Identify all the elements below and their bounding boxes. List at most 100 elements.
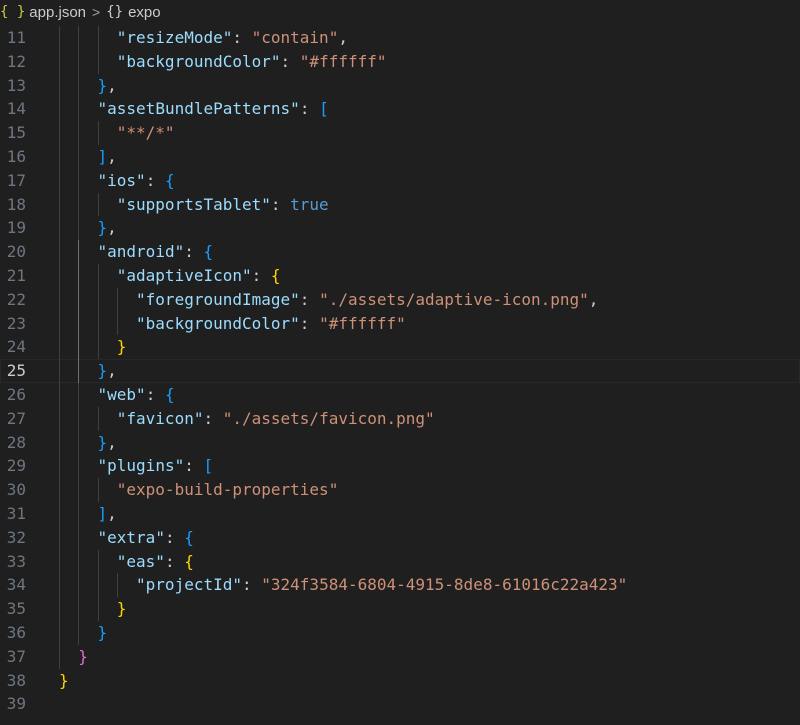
code-line[interactable]: 31], [0,502,800,526]
code-token: { [184,551,194,571]
code-line[interactable]: 34 "projectId": "324f3584-6804-4915-8de8-… [0,573,800,598]
code-line[interactable]: 35} [0,597,800,621]
code-text: } [78,645,88,669]
line-number: 14 [6,99,26,119]
line-number: 36 [6,623,26,642]
indent-guide [59,549,60,574]
code-line[interactable]: 18 "supportsTablet": true [0,192,800,217]
code-token: : [299,289,320,309]
code-token: , [107,147,117,166]
indent-guide [78,573,80,598]
code-token: : [145,170,165,190]
code-token: , [107,218,117,238]
code-text: "android": { [98,240,214,264]
code-token: } [116,599,127,619]
code-line[interactable]: 19}, [0,216,800,241]
code-text: "backgroundColor": "#ffffff" [117,50,387,74]
indent-guide [78,26,80,50]
code-line[interactable]: 39 [0,692,800,716]
indent-guide [59,359,60,383]
breadcrumb: { } app.json > {} expo [0,0,800,24]
code-text: "expo-build-properties" [117,478,339,502]
code-token: { [164,385,175,404]
indent-guide [78,168,80,193]
breadcrumb-file[interactable]: app.json [29,4,86,21]
code-token: , [107,75,117,95]
code-token: ] [97,147,108,166]
indent-guide [59,502,60,526]
code-text: "ios": { [98,169,175,193]
code-line[interactable]: 29 "plugins": [ [0,454,800,479]
code-line[interactable]: 11 "resizeMode": "contain", [0,26,800,50]
code-token: [ [203,456,214,476]
code-token: ] [97,504,108,523]
code-text: "assetBundlePatterns": [ [98,97,329,121]
line-number: 28 [6,432,26,452]
code-line[interactable]: 16], [0,145,800,169]
code-token: "ios" [97,170,146,190]
code-token: "android" [97,242,185,262]
indent-guide [78,49,80,74]
code-line[interactable]: 37} [0,644,800,669]
indent-guide [97,597,99,621]
indent-guide [78,430,80,455]
code-token: "supportsTablet" [116,194,271,214]
code-line[interactable]: 23 "backgroundColor": "#ffffff" [0,311,800,336]
code-token: { [203,242,214,262]
code-text: "resizeMode": "contain", [117,26,348,50]
line-number: 31 [6,504,26,523]
indent-guide [59,406,60,431]
code-text: }, [98,216,117,240]
indent-guide [116,311,118,336]
code-line[interactable]: 12 "backgroundColor": "#ffffff" [0,49,800,74]
code-line[interactable]: 33 "eas": { [0,549,800,574]
code-token: : [164,551,185,571]
indent-guide [78,192,80,217]
line-number: 29 [6,456,26,476]
code-text: "extra": { [98,526,194,550]
line-number: 24 [6,337,26,357]
code-line[interactable]: 17 "ios": { [0,168,800,193]
code-editor[interactable]: 11 "resizeMode": "contain", 12 "backgroundC… [0,24,800,725]
code-line[interactable]: 38} [0,669,800,693]
code-line[interactable]: 30 "expo-build-properties" [0,478,800,502]
code-line[interactable]: 20 "android": { [0,240,800,264]
code-line[interactable]: 13}, [0,73,800,98]
code-text: "plugins": [ [98,454,214,478]
code-line[interactable]: 26 "web": { [0,383,800,407]
code-line[interactable]: 22 "foregroundImage": "./assets/adaptive-… [0,287,800,312]
code-line[interactable]: 28}, [0,430,800,455]
code-token: } [97,218,108,238]
code-token: , [338,28,348,47]
code-token: "./assets/adaptive-icon.png" [319,289,589,309]
code-text: }, [98,74,117,98]
code-line[interactable]: 27 "favicon": "./assets/favicon.png" [0,406,800,431]
code-token: } [78,646,88,666]
code-token: [ [319,99,329,119]
indent-guide [59,49,60,74]
code-token: : [299,99,320,119]
code-line[interactable]: 32 "extra": { [0,525,800,550]
code-token: , [107,361,117,381]
code-line[interactable]: 36} [0,621,800,645]
code-token: "assetBundlePatterns" [97,99,300,119]
indent-guide [78,73,80,98]
indent-guide [78,145,80,169]
code-token: "backgroundColor" [136,313,300,333]
code-line[interactable]: 14 "assetBundlePatterns": [ [0,97,800,122]
indent-guide [59,597,60,621]
indent-guide [78,502,80,526]
code-line[interactable]: 21 "adaptiveIcon": { [0,264,800,288]
code-text: "supportsTablet": true [117,193,329,217]
indent-guide [78,216,80,241]
code-line[interactable]: 15 "**/*" [0,121,800,145]
code-line[interactable]: 24} [0,335,800,360]
code-line[interactable]: 25}, [0,359,800,383]
code-text: }, [98,431,117,455]
json-file-icon: { } [0,4,26,20]
line-number: 16 [6,147,26,166]
code-token: : [251,266,271,285]
breadcrumb-symbol[interactable]: expo [128,4,161,21]
indent-guide [59,26,60,50]
code-text: "eas": { [117,550,194,574]
